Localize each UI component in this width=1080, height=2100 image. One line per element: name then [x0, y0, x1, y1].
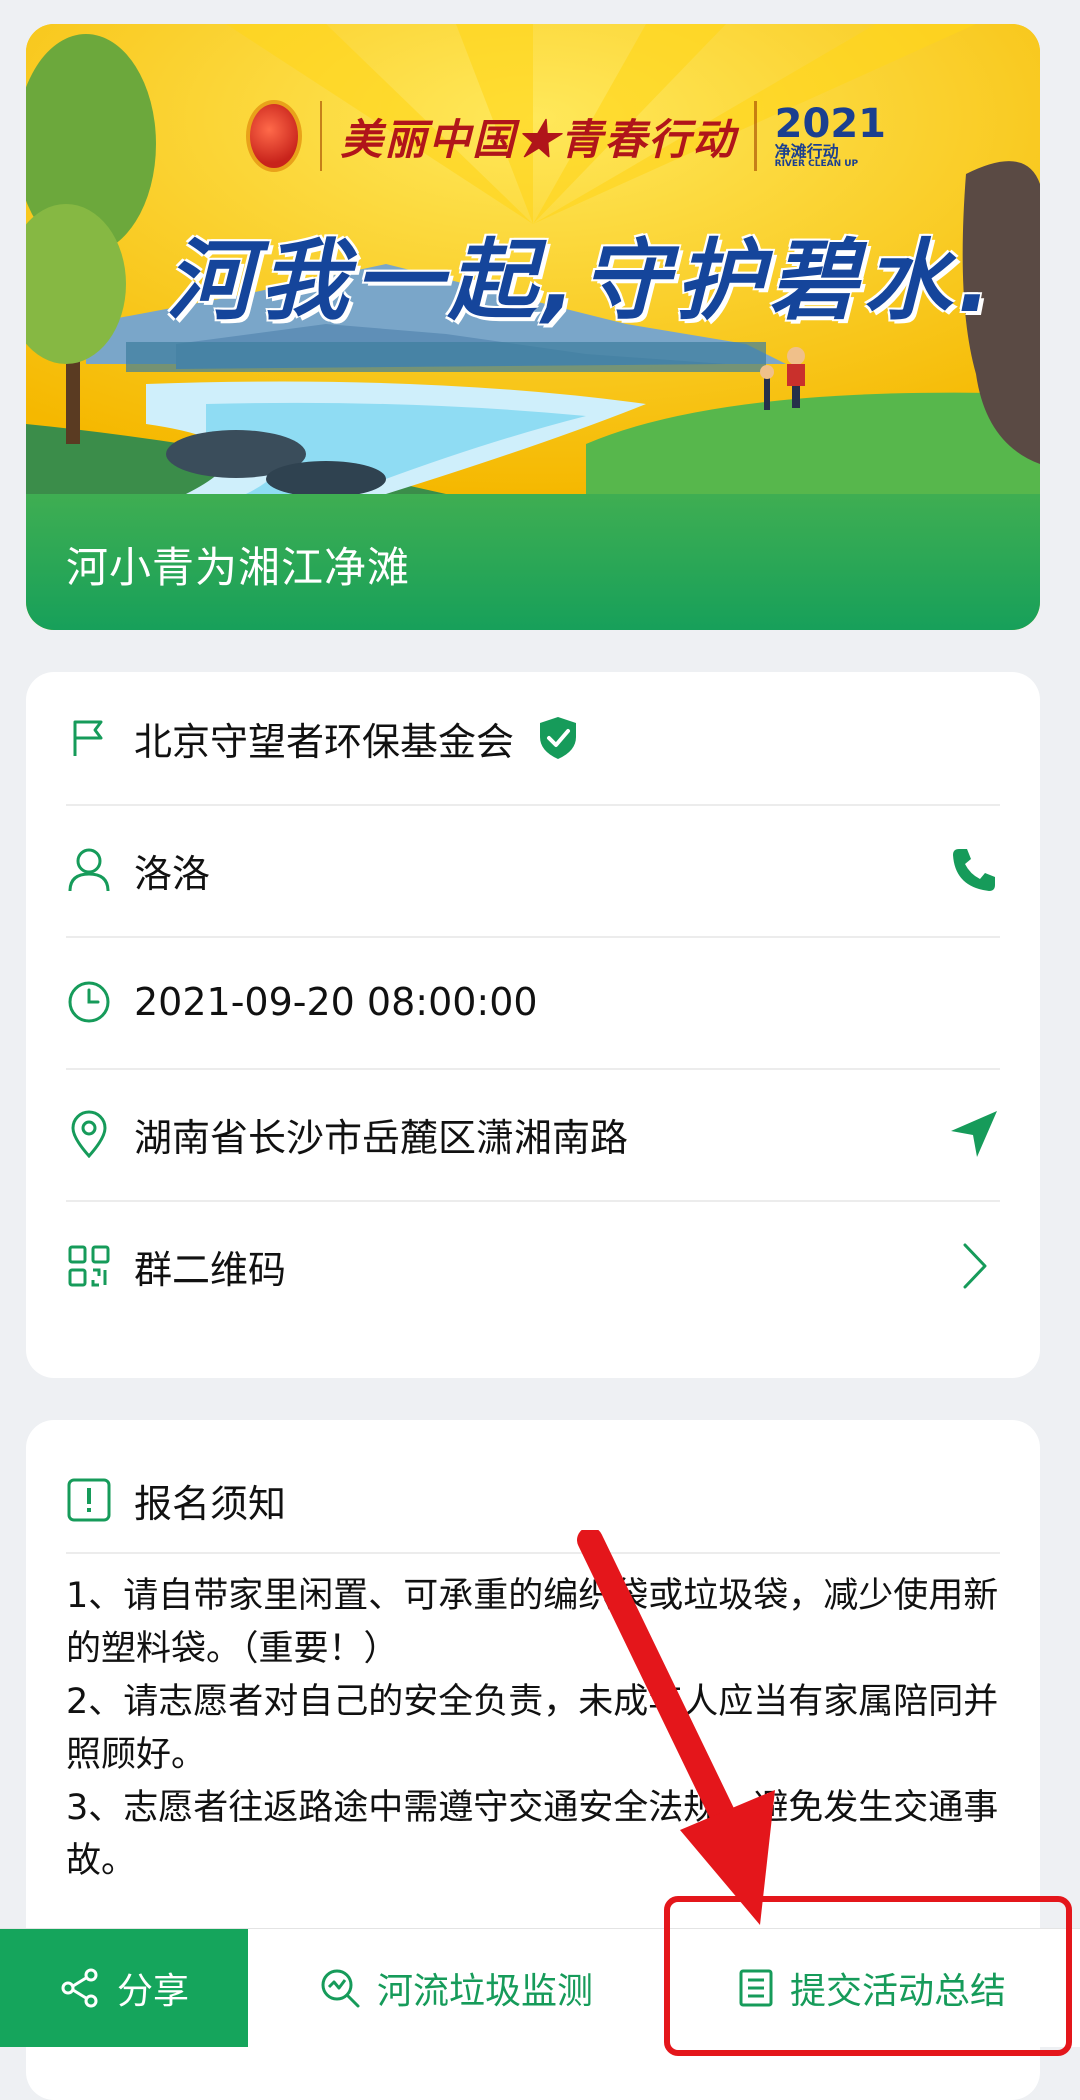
event-title: 河小青为湘江净滩: [66, 543, 411, 592]
share-icon: [61, 1968, 98, 2008]
chevron-right-icon[interactable]: [948, 1240, 1000, 1292]
organizer-row[interactable]: 北京守望者环保基金会: [66, 672, 1000, 806]
banner-headline: 河我一起,守护碧水.: [166, 229, 997, 332]
river-monitor-label: 河流垃圾监测: [376, 1971, 593, 2012]
location-pin-icon: [66, 1110, 112, 1158]
event-info-card: 北京守望者环保基金会 洛洛 2021-09-20 08:00:00 湖南省长沙市…: [26, 672, 1040, 1378]
notice-body: 1、请自带家里闲置、可承重的编织袋或垃圾袋，减少使用新的塑料袋。（重要！） 2、…: [66, 1570, 1006, 1888]
logo-divider: [320, 101, 323, 171]
notice-item: 2、请志愿者对自己的安全负责，未成年人应当有家属陪同并照顾好。: [66, 1682, 999, 1775]
youth-league-emblem-icon: [246, 100, 303, 172]
share-label: 分享: [116, 1971, 189, 2012]
datetime-row: 2021-09-20 08:00:00: [66, 936, 1000, 1070]
campaign-logo-text: 美丽中国★青春行动: [340, 114, 737, 164]
navigation-arrow-icon[interactable]: [948, 1108, 1000, 1160]
address-row[interactable]: 湖南省长沙市岳麓区潇湘南路: [66, 1068, 1000, 1202]
search-chart-icon: [321, 1969, 360, 2008]
clock-icon: [66, 979, 112, 1025]
flag-icon: [66, 715, 112, 761]
qrcode-row[interactable]: 群二维码: [66, 1200, 1000, 1332]
person-icon: [66, 847, 112, 893]
event-datetime: 2021-09-20 08:00:00: [134, 980, 538, 1024]
notice-item: 1、请自带家里闲置、可承重的编织袋或垃圾袋，减少使用新的塑料袋。（重要！）: [66, 1576, 999, 1669]
phone-icon[interactable]: [948, 844, 1000, 896]
banner-footer: 河小青为湘江净滩: [26, 494, 1040, 630]
organizer-name: 北京守望者环保基金会: [134, 719, 515, 764]
logo-divider: [754, 101, 757, 171]
notice-title: 报名须知: [134, 1481, 287, 1526]
annotation-arrow: [577, 1530, 775, 1925]
contact-name: 洛洛: [134, 851, 211, 896]
qrcode-label: 群二维码: [134, 1247, 287, 1292]
event-address: 湖南省长沙市岳麓区潇湘南路: [134, 1115, 629, 1160]
notice-item: 3、志愿者往返路途中需遵守交通安全法规，避免发生交通事故。: [66, 1788, 999, 1881]
logo-brand-en: RIVER CLEAN UP: [774, 158, 859, 169]
clean-up-logo: 2021 净滩行动 RIVER CLEAN UP: [775, 104, 886, 169]
share-button[interactable]: 分享: [0, 1929, 248, 2047]
campaign-logo-row: 美丽中国★青春行动 2021 净滩行动 RIVER CLEAN UP: [246, 84, 886, 188]
contact-row[interactable]: 洛洛: [66, 804, 1000, 938]
qrcode-icon: [66, 1243, 112, 1289]
verified-shield-icon: [540, 717, 577, 759]
logo-year: 2021: [774, 100, 886, 147]
event-banner: 美丽中国★青春行动 2021 净滩行动 RIVER CLEAN UP 河我一起,…: [26, 24, 1040, 630]
notice-header: 报名须知: [66, 1448, 1000, 1554]
annotation-highlight-box: [664, 1896, 1072, 2056]
logo-brand: 净滩行动: [774, 141, 839, 161]
exclamation-icon: [66, 1477, 112, 1523]
